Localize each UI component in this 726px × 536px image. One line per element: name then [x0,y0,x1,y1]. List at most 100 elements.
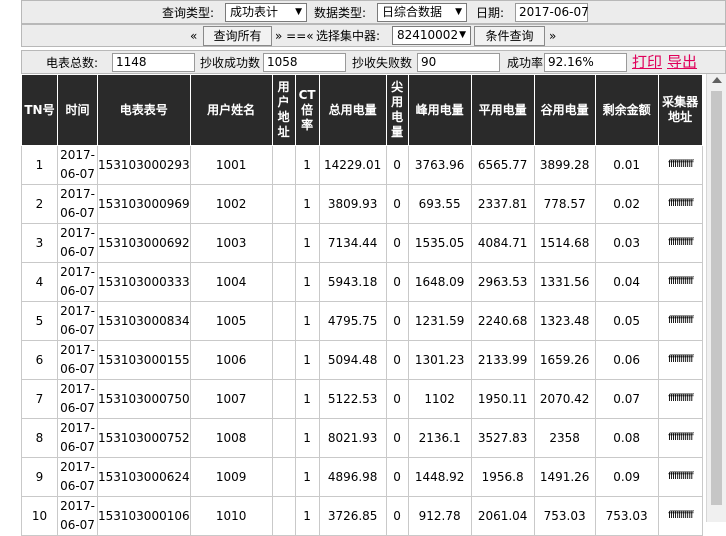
peak-energy-cell: 1231.59 [407,301,472,341]
valley-energy-cell: 2070.42 [533,379,596,419]
meter-total-field: 1148 [112,53,195,72]
table-body: 1 2017-06-07 153103000293 1001 1 14229.01 0 376… [21,145,703,536]
chevron-down-icon: ▼ [455,7,462,17]
col-header: 总用电量 [318,74,387,146]
col-header: 时间 [57,74,98,146]
user-name-cell: 1007 [189,379,273,419]
user-address-cell [271,496,296,536]
user-address-cell [271,340,296,380]
total-energy-cell: 5094.48 [318,340,387,380]
export-link[interactable]: 导出 [667,51,697,73]
query-type-value: 成功表计 [230,5,279,19]
sharp-energy-cell: 0 [385,340,409,380]
time-cell: 2017-06-07 [57,262,98,302]
sharp-energy-cell: 0 [385,223,409,263]
tn-cell: 7 [21,379,58,419]
tn-cell: 1 [21,145,58,185]
col-header: TN号 [21,74,58,146]
query-type-select[interactable]: 成功表计 ▼ [225,3,307,22]
col-header: 平用电量 [470,74,535,146]
valley-energy-cell: 1331.56 [533,262,596,302]
meter-total-label: 电表总数: [46,56,99,70]
meter-no-cell: 153103000155 [97,340,191,380]
flat-energy-cell: 3527.83 [470,418,535,458]
scrollbar-thumb[interactable] [711,91,722,505]
tn-cell: 8 [21,418,58,458]
collector-address-cell: ffffffffffff [657,223,703,263]
peak-energy-cell: 912.78 [407,496,472,536]
table-row[interactable]: 2 2017-06-07 153103000969 1002 1 3809.93 0 693.… [21,184,703,224]
nav-separator: » ==« [275,29,314,43]
sharp-energy-cell: 0 [385,262,409,302]
peak-energy-cell: 1301.23 [407,340,472,380]
time-cell: 2017-06-07 [57,223,98,263]
ct-ratio-cell: 1 [294,184,320,224]
fail-count-label: 抄收失败数 [352,56,413,70]
collector-address-cell: ffffffffffff [657,262,703,302]
user-address-cell [271,457,296,497]
concentrator-select[interactable]: 82410002 ▼ [392,26,471,45]
data-type-select[interactable]: 日综合数据 ▼ [377,3,467,22]
table-row[interactable]: 10 2017-06-07 153103000106 1010 1 3726.85 0 912… [21,496,703,536]
col-header: 尖用电量 [385,74,409,146]
table-row[interactable]: 4 2017-06-07 153103000333 1004 1 5943.18 0 1648… [21,262,703,302]
ct-ratio-cell: 1 [294,379,320,419]
next-arrow[interactable]: » [549,25,556,47]
flat-energy-cell: 2337.81 [470,184,535,224]
user-address-cell [271,223,296,263]
total-energy-cell: 5943.18 [318,262,387,302]
prev-arrow[interactable]: « [190,25,197,47]
tn-cell: 9 [21,457,58,497]
meter-no-cell: 153103000692 [97,223,191,263]
tn-cell: 5 [21,301,58,341]
table-row[interactable]: 7 2017-06-07 153103000750 1007 1 5122.53 0 1102… [21,379,703,419]
peak-energy-cell: 1448.92 [407,457,472,497]
table-row[interactable]: 5 2017-06-07 153103000834 1005 1 4795.75 0 1231… [21,301,703,341]
condition-query-button[interactable]: 条件查询 [474,26,545,46]
ct-ratio-cell: 1 [294,223,320,263]
peak-energy-cell: 3763.96 [407,145,472,185]
valley-energy-cell: 3899.28 [533,145,596,185]
flat-energy-cell: 6565.77 [470,145,535,185]
col-header: 谷用电量 [533,74,596,146]
valley-energy-cell: 1323.48 [533,301,596,341]
col-header: 峰用电量 [407,74,472,146]
collector-address-cell: ffffffffffff [657,145,703,185]
table-row[interactable]: 3 2017-06-07 153103000692 1003 1 7134.44 0 1535… [21,223,703,263]
peak-energy-cell: 1535.05 [407,223,472,263]
meter-no-cell: 153103000969 [97,184,191,224]
chevron-down-icon: ▼ [459,30,466,40]
ct-ratio-cell: 1 [294,301,320,341]
sharp-energy-cell: 0 [385,184,409,224]
col-header: 采集器地址 [657,74,703,146]
meter-no-cell: 153103000752 [97,418,191,458]
total-energy-cell: 14229.01 [318,145,387,185]
ct-ratio-cell: 1 [294,262,320,302]
collector-address-cell: ffffffffffff [657,184,703,224]
table-row[interactable]: 6 2017-06-07 153103000155 1006 1 5094.48 0 1301… [21,340,703,380]
scroll-up-arrow-icon[interactable] [712,77,722,83]
total-energy-cell: 3809.93 [318,184,387,224]
flat-energy-cell: 4084.71 [470,223,535,263]
time-cell: 2017-06-07 [57,145,98,185]
user-name-cell: 1009 [189,457,273,497]
peak-energy-cell: 1648.09 [407,262,472,302]
tn-cell: 4 [21,262,58,302]
meter-no-cell: 153103000834 [97,301,191,341]
valley-energy-cell: 1491.26 [533,457,596,497]
date-input[interactable]: 2017-06-07 [515,3,589,22]
balance-cell: 0.06 [594,340,659,380]
total-energy-cell: 3726.85 [318,496,387,536]
peak-energy-cell: 2136.1 [407,418,472,458]
table-row[interactable]: 8 2017-06-07 153103000752 1008 1 8021.93 0 2136… [21,418,703,458]
collector-address-cell: ffffffffffff [657,340,703,380]
balance-cell: 0.03 [594,223,659,263]
query-all-button[interactable]: 查询所有 [203,26,272,46]
user-address-cell [271,379,296,419]
print-link[interactable]: 打印 [632,51,662,73]
sharp-energy-cell: 0 [385,301,409,341]
table-row[interactable]: 1 2017-06-07 153103000293 1001 1 14229.01 0 376… [21,145,703,185]
table-scrollbar[interactable] [706,74,726,522]
time-cell: 2017-06-07 [57,457,98,497]
table-row[interactable]: 9 2017-06-07 153103000624 1009 1 4896.98 0 1448… [21,457,703,497]
